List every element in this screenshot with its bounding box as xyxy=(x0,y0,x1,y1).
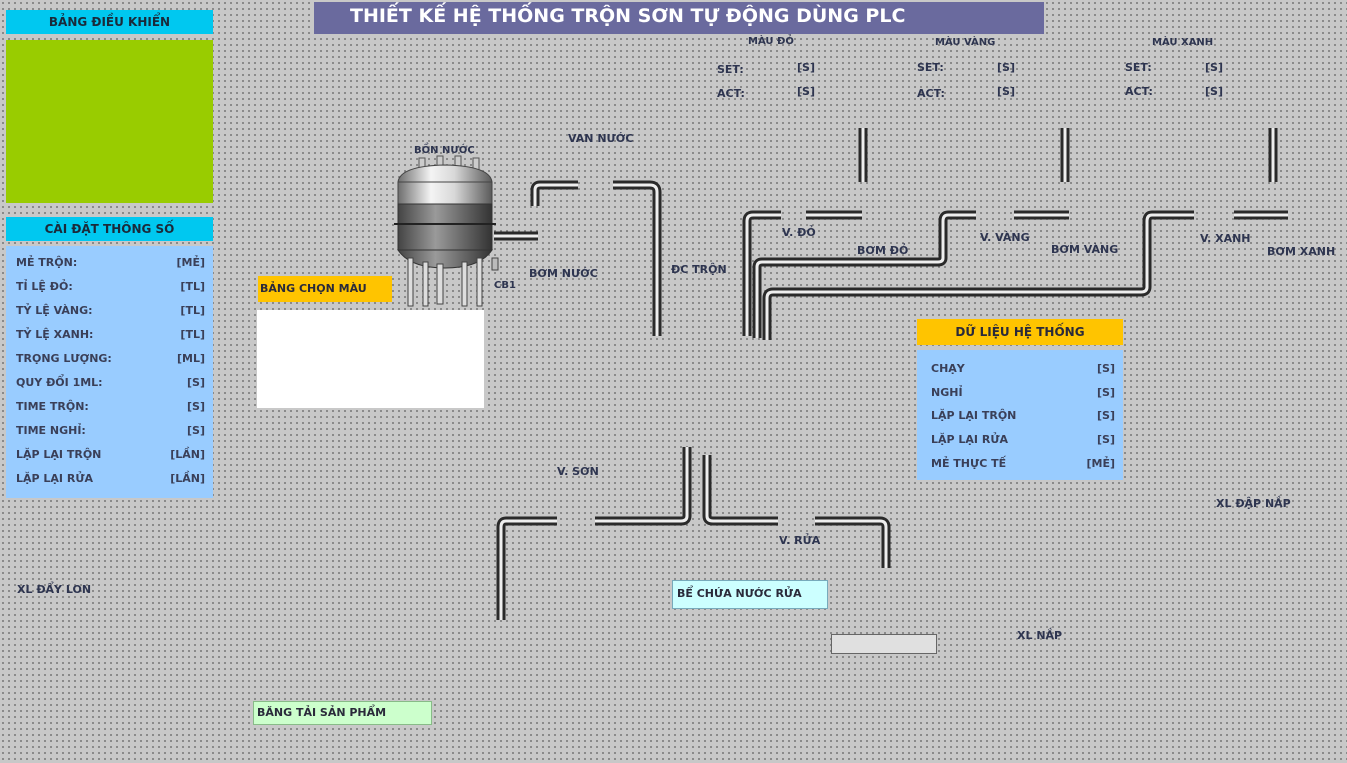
valve-paint-label[interactable]: V. SƠN xyxy=(557,465,599,478)
wash-tank-box[interactable]: BỂ CHỨA NƯỚC RỬA xyxy=(672,580,828,609)
valve-red-label[interactable]: V. ĐỎ xyxy=(782,226,816,239)
process-diagram xyxy=(394,128,1288,620)
system-label: LẶP LẠI RỬA xyxy=(931,433,1009,446)
system-row-batch-actual: MẺ THỰC TẾ [MẺ] xyxy=(917,451,1123,475)
system-row-repeat-wash: LẶP LẠI RỬA [S] xyxy=(917,427,1123,451)
cap-press-label[interactable]: XL ĐẬP NẮP xyxy=(1216,497,1291,510)
system-row-run: CHẠY [S] xyxy=(917,356,1123,380)
system-unit: [S] xyxy=(1097,409,1115,422)
valve-yellow-label[interactable]: V. VÀNG xyxy=(980,231,1030,244)
color-blue-act-unit: [S] xyxy=(1205,85,1223,98)
pump-yellow-label[interactable]: BƠM VÀNG xyxy=(1051,243,1118,256)
tank-label: BỒN NƯỚC xyxy=(414,145,475,156)
color-yellow-set-label: SET: xyxy=(917,61,944,74)
color-yellow-act-unit: [S] xyxy=(997,85,1015,98)
push-can-label[interactable]: XL ĐẨY LON xyxy=(17,583,91,596)
system-data-header: DỮ LIỆU HỆ THỐNG xyxy=(917,319,1123,345)
pipe-inner xyxy=(494,128,1288,620)
system-label: MẺ THỰC TẾ xyxy=(931,457,1007,470)
sensor-cb1-label: CB1 xyxy=(494,280,516,291)
color-yellow-name: MÀU VÀNG xyxy=(935,37,996,48)
system-unit: [MẺ] xyxy=(1086,457,1115,470)
color-red-act-unit: [S] xyxy=(797,85,815,98)
valve-wash-label[interactable]: V. RỬA xyxy=(779,534,820,547)
pump-red-label[interactable]: BƠM ĐỎ xyxy=(857,244,908,257)
color-blue-set-label: SET: xyxy=(1125,61,1152,74)
valve-blue-label[interactable]: V. XANH xyxy=(1200,232,1251,245)
color-red-set-unit: [S] xyxy=(797,61,815,74)
color-red-act-label: ACT: xyxy=(717,87,745,100)
system-unit: [S] xyxy=(1097,433,1115,446)
conveyor-box[interactable]: BĂNG TẢI SẢN PHẨM xyxy=(253,701,432,725)
mixer-motor-label[interactable]: ĐC TRỘN xyxy=(671,263,727,276)
system-label: CHẠY xyxy=(931,362,965,375)
pump-blue-label[interactable]: BƠM XANH xyxy=(1267,245,1335,258)
pipe-outer xyxy=(494,128,1288,620)
system-label: NGHỈ xyxy=(931,386,963,399)
color-blue-name: MÀU XANH xyxy=(1152,37,1214,48)
color-blue-act-label: ACT: xyxy=(1125,85,1153,98)
system-unit: [S] xyxy=(1097,386,1115,399)
system-row-repeat-mix: LẶP LẠI TRỘN [S] xyxy=(917,403,1123,427)
water-pump-label[interactable]: BƠM NƯỚC xyxy=(529,267,598,280)
system-data-panel: CHẠY [S] NGHỈ [S] LẶP LẠI TRỘN [S] LẶP LẠI … xyxy=(917,350,1123,480)
system-row-rest: NGHỈ [S] xyxy=(917,380,1123,404)
color-yellow-set-unit: [S] xyxy=(997,61,1015,74)
water-valve-label[interactable]: VAN NƯỚC xyxy=(568,132,633,145)
water-tank xyxy=(394,155,499,307)
color-blue-set-unit: [S] xyxy=(1205,61,1223,74)
color-yellow-act-label: ACT: xyxy=(917,87,945,100)
color-red-set-label: SET: xyxy=(717,63,744,76)
system-label: LẶP LẠI TRỘN xyxy=(931,409,1017,422)
cap-bar xyxy=(831,634,937,654)
color-red-name: MÀU ĐỎ xyxy=(748,36,794,47)
cap-label[interactable]: XL NẮP xyxy=(1017,629,1062,642)
system-unit: [S] xyxy=(1097,362,1115,375)
